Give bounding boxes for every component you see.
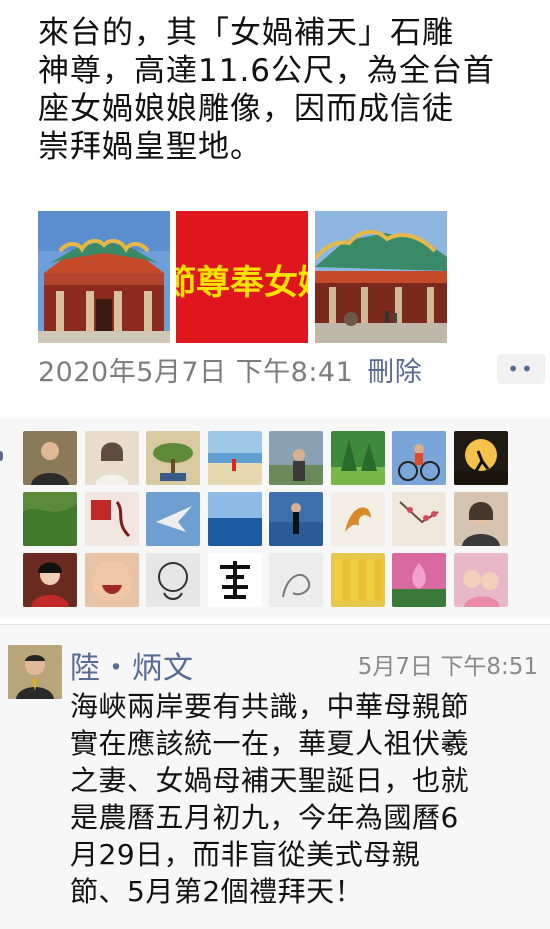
like-avatar[interactable] xyxy=(454,431,508,485)
like-avatar[interactable] xyxy=(23,553,77,607)
like-avatar[interactable] xyxy=(269,431,323,485)
man-outdoor-avatar xyxy=(269,431,323,485)
post-photo-red-banner[interactable]: 節尊奉女媧 xyxy=(176,211,308,343)
delete-link[interactable]: 刪除 xyxy=(367,357,422,388)
like-avatar[interactable] xyxy=(208,553,262,607)
bonsai-avatar xyxy=(146,431,200,485)
laughing-face-avatar xyxy=(85,553,139,607)
runner-sunset-avatar xyxy=(454,431,508,485)
comment-body: 海峽兩岸要有共識，中華母親節 實在應該統一在，華夏人祖伏羲 之妻、女媧母補天聖誕… xyxy=(70,688,548,910)
more-actions-button[interactable]: •• xyxy=(497,354,545,384)
like-avatar[interactable] xyxy=(85,553,139,607)
woman-portrait-2-avatar xyxy=(454,492,508,546)
like-avatar[interactable] xyxy=(454,492,508,546)
post-photo-temple-roof[interactable] xyxy=(38,211,170,343)
post-text-line: 神尊，高達11.6公尺，為全台首 xyxy=(38,53,496,89)
like-avatar[interactable] xyxy=(331,492,385,546)
comment-line: 之妻、女媧母補天聖誕日，也就 xyxy=(70,764,470,797)
comment-author[interactable]: 陸・炳文 xyxy=(70,643,194,687)
post-text: 來台的，其「女媧補天」石雕 神尊，高達11.6公尺，為全台首 座女媧娘娘雕像，因… xyxy=(38,14,550,166)
post-meta: 2020年5月7日 下午8:41 刪除 xyxy=(38,350,422,389)
like-avatar[interactable] xyxy=(146,553,200,607)
like-avatar[interactable] xyxy=(23,492,77,546)
comment-avatar[interactable] xyxy=(8,645,62,699)
like-avatar[interactable] xyxy=(269,492,323,546)
phoenix-art-avatar xyxy=(331,492,385,546)
ocean-horizon-avatar xyxy=(208,492,262,546)
post-photo-temple-courtyard[interactable] xyxy=(315,211,447,343)
comment-line: 節、5月第2個禮拜天！ xyxy=(70,875,364,908)
like-avatar[interactable] xyxy=(85,492,139,546)
man-portrait-avatar xyxy=(23,431,77,485)
children-avatar xyxy=(454,553,508,607)
more-dots-icon: •• xyxy=(507,357,535,381)
like-avatar[interactable] xyxy=(208,431,262,485)
like-avatar[interactable] xyxy=(392,553,446,607)
post-text-line: 來台的，其「女媧補天」石雕 xyxy=(38,15,454,51)
woman-portrait-avatar xyxy=(85,431,139,485)
comment-time: 5月7日 下午8:51 xyxy=(357,654,538,680)
comment-line: 月29日，而非盲從美式母親 xyxy=(70,838,421,871)
lotus-avatar xyxy=(392,553,446,607)
like-avatar[interactable] xyxy=(146,431,200,485)
like-avatar[interactable] xyxy=(23,431,77,485)
banner-text: 節尊奉女媧 xyxy=(176,263,308,303)
post-date: 2020年5月7日 下午8:41 xyxy=(38,357,354,388)
calligraphy-character-avatar xyxy=(208,553,262,607)
like-avatar[interactable] xyxy=(331,431,385,485)
monk-sketch-avatar xyxy=(146,553,200,607)
cyclist-avatar xyxy=(392,431,446,485)
like-avatar[interactable] xyxy=(208,492,262,546)
book-set-avatar xyxy=(331,553,385,607)
forest-avatar xyxy=(331,431,385,485)
like-avatar[interactable] xyxy=(331,553,385,607)
woman-red-avatar xyxy=(23,553,77,607)
bird-sky-avatar xyxy=(146,492,200,546)
like-avatar[interactable] xyxy=(392,492,446,546)
ink-sketch-avatar xyxy=(269,553,323,607)
post-text-line: 座女媧娘娘雕像，因而成信徒 xyxy=(38,91,454,127)
beach-avatar xyxy=(208,431,262,485)
woman-sea-avatar xyxy=(269,492,323,546)
like-avatar[interactable] xyxy=(85,431,139,485)
like-heart-icon xyxy=(0,451,3,461)
like-avatar[interactable] xyxy=(454,553,508,607)
post-text-line: 崇拜媧皇聖地。 xyxy=(38,129,262,165)
comment-line: 是農曆五月初九，今年為國曆6 xyxy=(70,801,459,834)
like-avatar[interactable] xyxy=(392,431,446,485)
comment-line: 海峽兩岸要有共識，中華母親節 xyxy=(70,690,470,723)
like-avatar[interactable] xyxy=(146,492,200,546)
like-avatar[interactable] xyxy=(269,553,323,607)
moss-avatar xyxy=(23,492,77,546)
calligraphy-seal-avatar xyxy=(85,492,139,546)
plum-blossom-avatar xyxy=(392,492,446,546)
comment-line: 實在應該統一在，華夏人祖伏羲 xyxy=(70,727,470,760)
